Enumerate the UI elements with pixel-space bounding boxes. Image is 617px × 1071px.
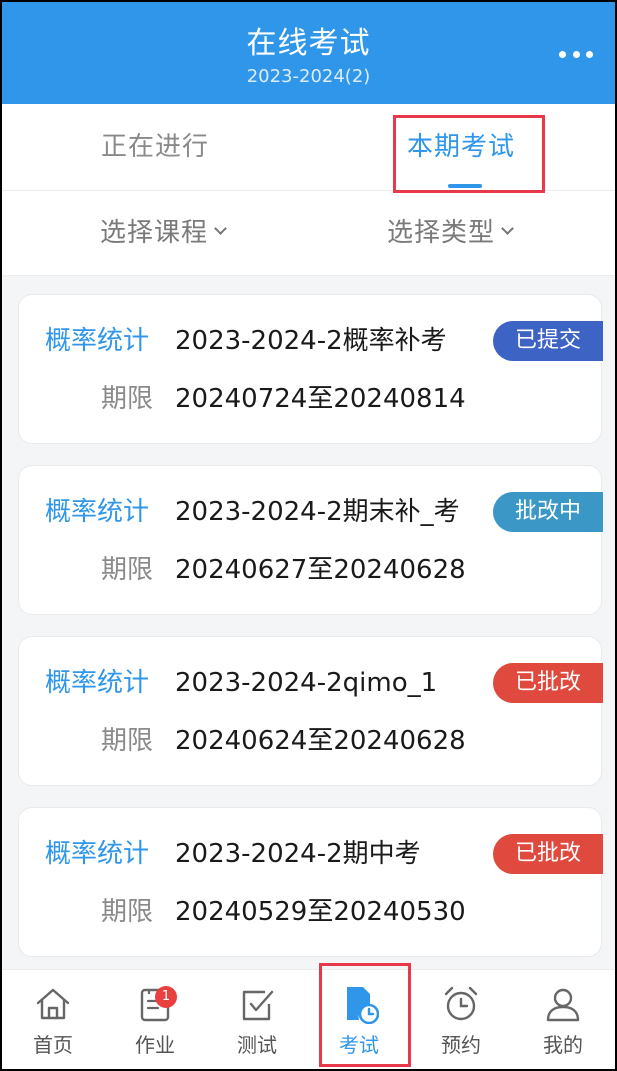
notification-badge: 1 xyxy=(155,986,177,1008)
type-filter-label: 选择类型 xyxy=(387,218,496,248)
nav-homework[interactable]: 1 作业 xyxy=(104,970,206,1069)
status-badge: 已批改 xyxy=(493,834,603,874)
exam-name: 2023-2024-2qimo_1 xyxy=(175,668,438,698)
chevron-down-icon xyxy=(501,222,514,235)
status-badge: 已提交 xyxy=(493,321,603,361)
header: 在线考试 2023-2024(2) xyxy=(2,2,615,104)
nav-label: 测试 xyxy=(237,1033,277,1057)
more-dot xyxy=(586,50,593,58)
more-dot xyxy=(572,50,580,58)
nav-appointment[interactable]: 预约 xyxy=(410,970,512,1069)
course-filter-label: 选择课程 xyxy=(100,218,209,248)
highlight-box xyxy=(393,115,545,193)
filter-bar: 选择课程 选择类型 xyxy=(2,191,615,276)
exam-course: 概率统计 xyxy=(45,326,150,356)
exam-course: 概率统计 xyxy=(45,497,150,527)
alarm-icon xyxy=(444,986,478,1021)
semester-subtitle: 2023-2024(2) xyxy=(246,66,371,87)
nav-label: 预约 xyxy=(441,1033,481,1057)
nav-mine[interactable]: 我的 xyxy=(512,970,614,1069)
tab-ongoing[interactable]: 正在进行 xyxy=(2,104,308,190)
status-badge: 已批改 xyxy=(493,663,603,703)
nav-test[interactable]: 测试 xyxy=(206,970,308,1069)
chevron-down-icon xyxy=(214,222,227,235)
user-icon xyxy=(546,988,580,1022)
period-label: 期限 xyxy=(101,897,154,927)
course-filter-dropdown[interactable]: 选择课程 xyxy=(100,191,227,275)
period-label: 期限 xyxy=(101,384,154,414)
page-title: 在线考试 xyxy=(246,26,371,61)
exam-name: 2023-2024-2期中考 xyxy=(175,839,421,869)
exam-period: 20240529至20240530 xyxy=(175,897,466,927)
exam-name: 2023-2024-2期末补_考 xyxy=(175,497,460,527)
exam-course: 概率统计 xyxy=(45,839,150,869)
exam-card[interactable]: 概率统计 2023-2024-2期末补_考 期限 20240627至202406… xyxy=(18,465,603,615)
exam-period: 20240627至20240628 xyxy=(175,555,466,585)
type-filter-dropdown[interactable]: 选择类型 xyxy=(387,191,514,275)
test-icon xyxy=(242,990,274,1021)
exam-card[interactable]: 概率统计 2023-2024-2概率补考 期限 20240724至2024081… xyxy=(18,294,603,444)
more-icon[interactable] xyxy=(559,42,593,66)
app-screen: 在线考试 2023-2024(2) 正在进行 本期考试 选择课程 选择类型 概率… xyxy=(0,0,617,1071)
status-badge: 批改中 xyxy=(493,492,603,532)
home-icon xyxy=(36,988,70,1020)
more-dot xyxy=(559,50,566,58)
period-label: 期限 xyxy=(101,555,154,585)
nav-home[interactable]: 首页 xyxy=(2,970,104,1069)
exam-course: 概率统计 xyxy=(45,668,150,698)
bottom-nav: 首页 1 作业 测试 考试 预约 我的 xyxy=(2,969,615,1069)
nav-label: 首页 xyxy=(33,1033,73,1057)
exam-period: 20240624至20240628 xyxy=(175,726,466,756)
nav-label: 作业 xyxy=(135,1033,175,1057)
exam-period: 20240724至20240814 xyxy=(175,384,466,414)
exam-card[interactable]: 概率统计 2023-2024-2qimo_1 期限 20240624至20240… xyxy=(18,636,603,786)
period-label: 期限 xyxy=(101,726,154,756)
exam-name: 2023-2024-2概率补考 xyxy=(175,326,447,356)
exam-card[interactable]: 概率统计 2023-2024-2期中考 期限 20240529至20240530… xyxy=(18,807,603,957)
highlight-box xyxy=(319,963,411,1067)
nav-label: 我的 xyxy=(543,1033,583,1057)
